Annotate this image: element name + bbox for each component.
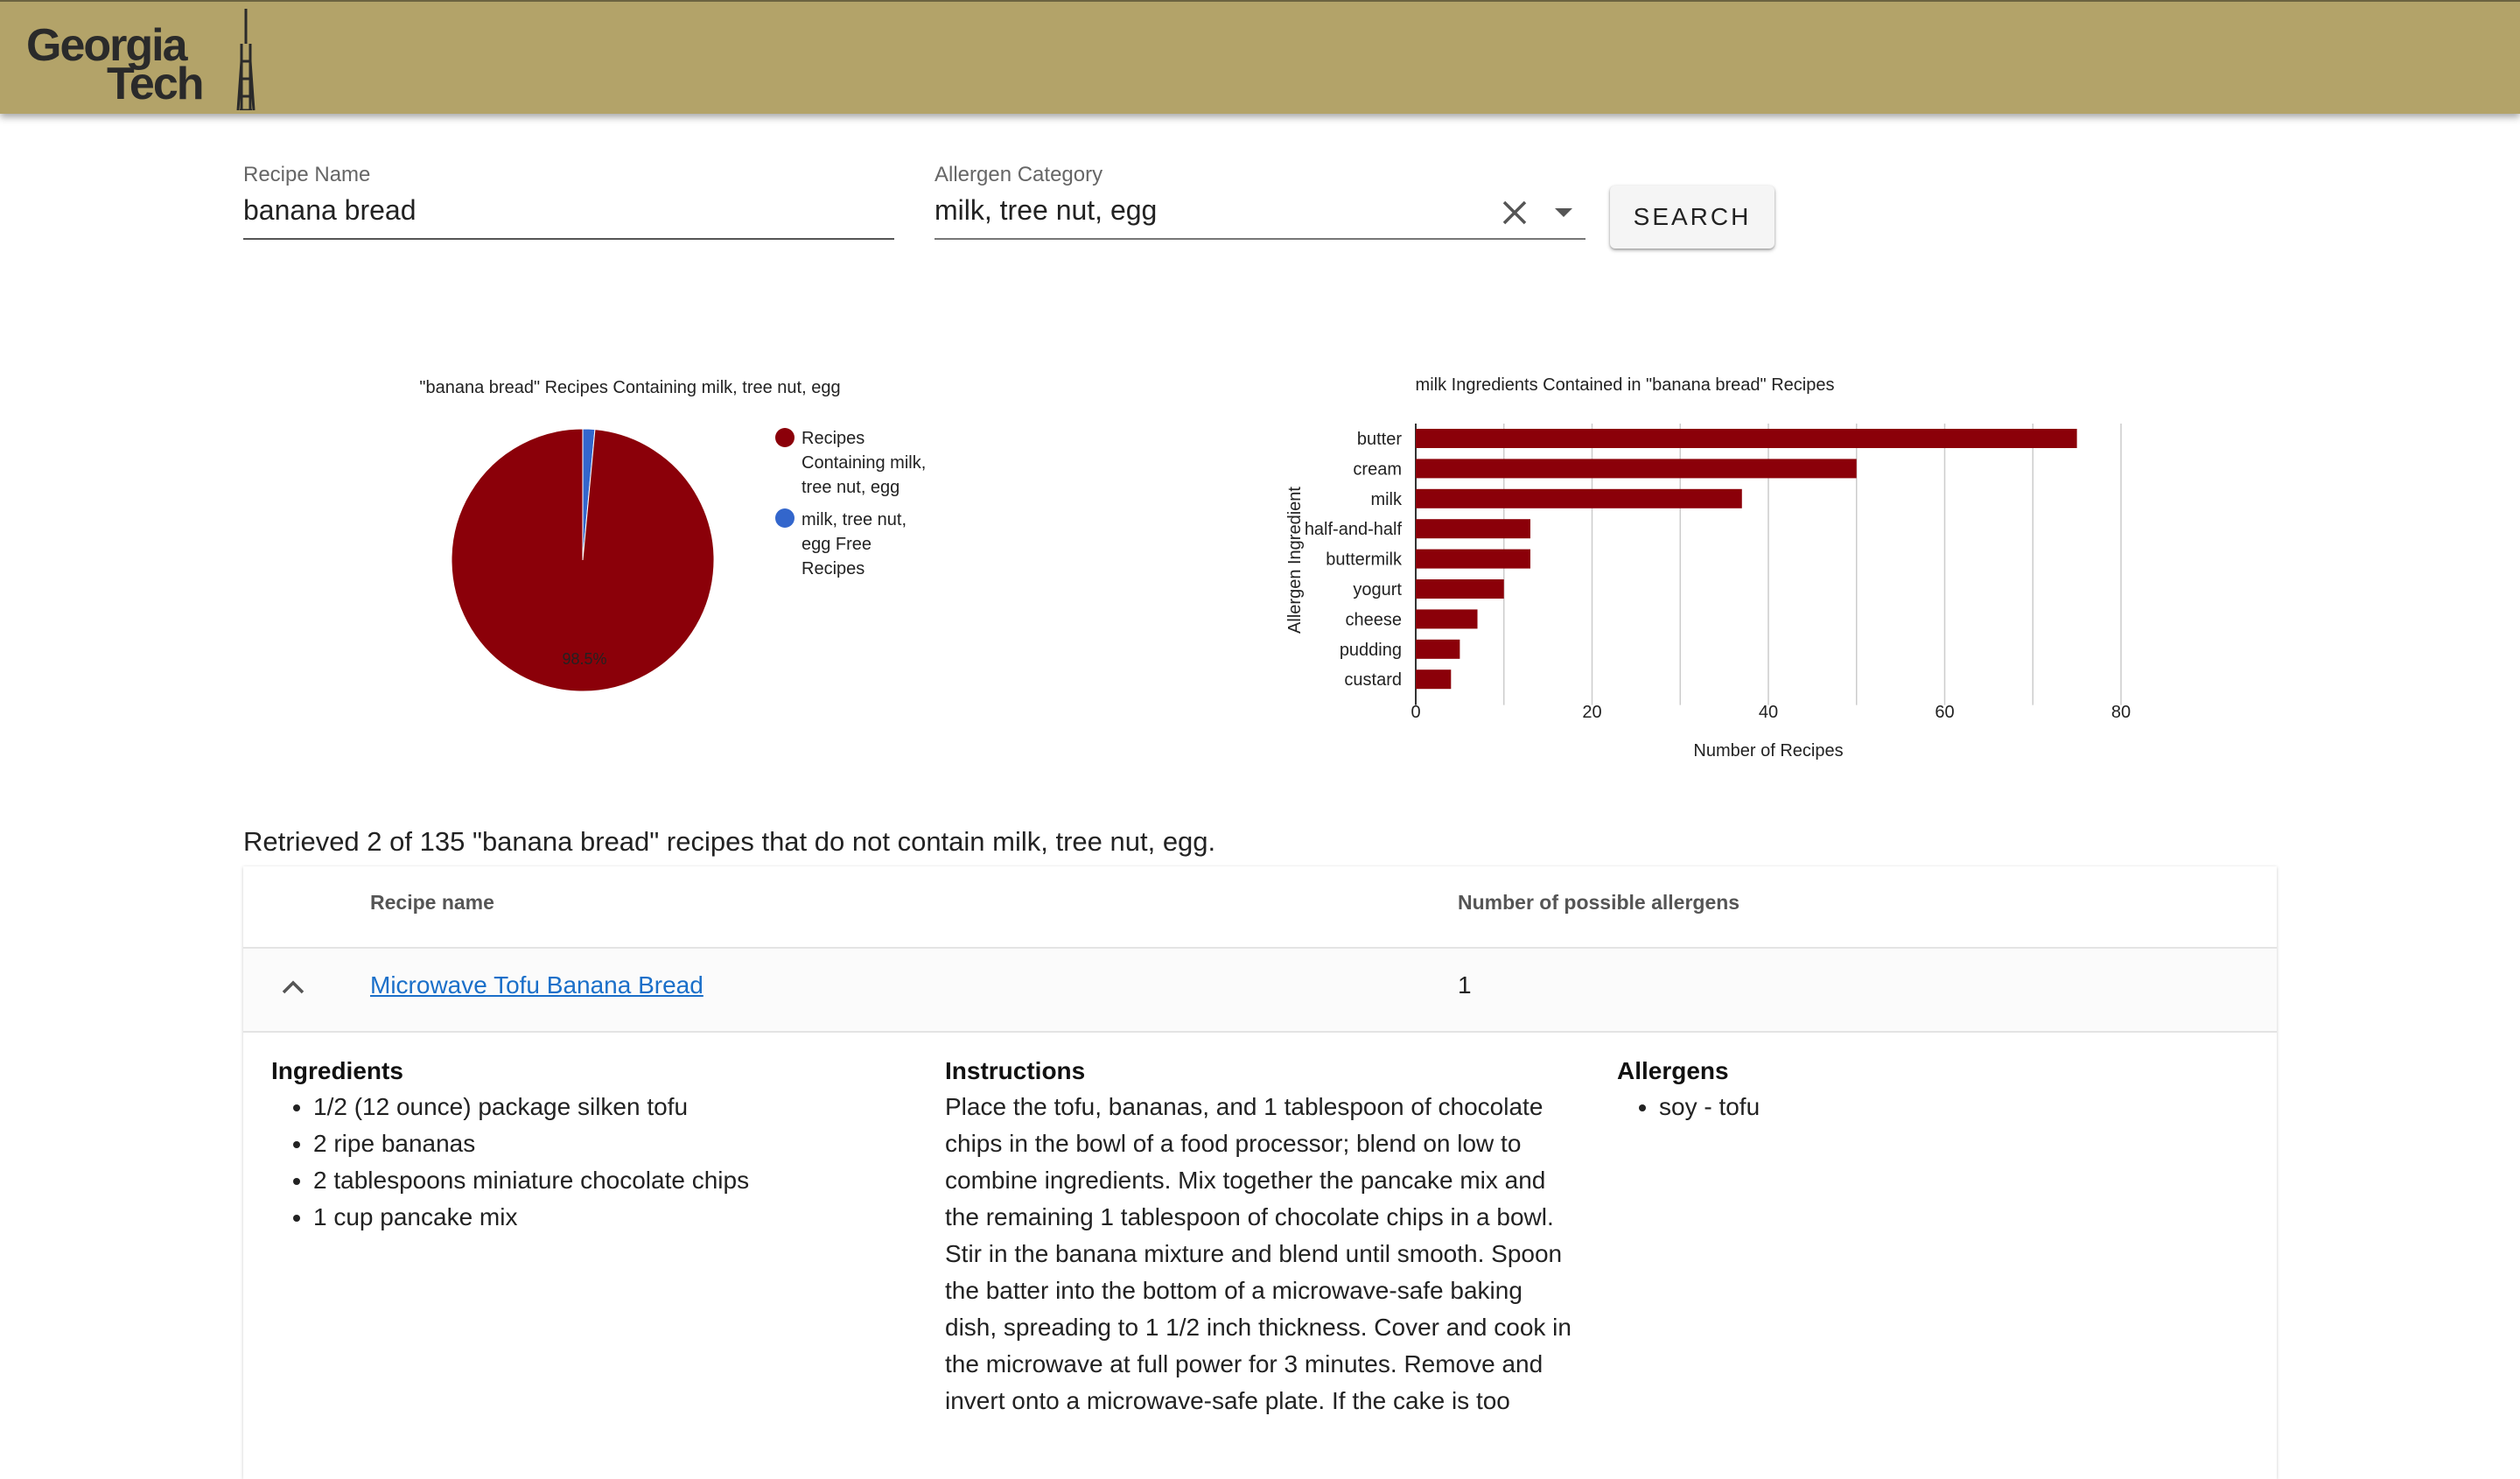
x-tick-label: 60 — [1935, 703, 1954, 722]
bar — [1416, 488, 1742, 508]
category-label: butter — [1357, 430, 1402, 449]
pie-slice-label: 98.5% — [562, 650, 606, 668]
x-tick-label: 0 — [1410, 703, 1420, 722]
legend-line: Containing milk, — [802, 453, 926, 473]
category-label: milk — [1370, 490, 1403, 509]
legend-marker-free — [775, 508, 794, 528]
results-table: Recipe name Number of possible allergens… — [243, 866, 2277, 1479]
ingredients-title: Ingredients — [271, 1057, 403, 1084]
bar — [1416, 669, 1452, 690]
bar — [1416, 609, 1478, 629]
x-tick-label: 40 — [1759, 703, 1778, 722]
recipe-link[interactable]: Microwave Tofu Banana Bread — [370, 971, 704, 999]
legend-line: Recipes — [802, 559, 864, 578]
x-tick-label: 80 — [2111, 703, 2131, 722]
bar-chart-title: milk Ingredients Contained in "banana br… — [1416, 375, 1835, 395]
allergen-count: 1 — [1458, 971, 1472, 999]
legend-label-containing: Recipes Containing milk, tree nut, egg — [802, 429, 931, 497]
ingredient-item: 1 cup pancake mix — [313, 1199, 749, 1236]
legend-line: egg Free — [802, 535, 872, 554]
bar — [1416, 549, 1530, 569]
category-label: half-and-half — [1305, 520, 1403, 539]
bar — [1416, 579, 1504, 599]
instructions-text: Place the tofu, bananas, and 1 tablespoo… — [945, 1093, 1572, 1414]
bar — [1416, 459, 1857, 479]
category-label: yogurt — [1353, 580, 1402, 599]
chevron-up-icon[interactable] — [280, 978, 306, 996]
ingredient-item: 2 tablespoons miniature chocolate chips — [313, 1162, 749, 1199]
app-header: Georgia Tech — [0, 0, 2520, 114]
column-header-recipe-name[interactable]: Recipe name — [370, 891, 494, 915]
legend-line: milk, tree nut, — [802, 510, 906, 529]
legend-line: tree nut, egg — [802, 478, 900, 497]
legend-marker-containing — [775, 428, 794, 447]
georgia-tech-logo[interactable]: Georgia Tech — [24, 7, 270, 112]
ingredients-list: 1/2 (12 ounce) package silken tofu 2 rip… — [271, 1089, 749, 1236]
allergens-list: soy - tofu — [1617, 1089, 1760, 1125]
bar — [1416, 519, 1530, 539]
category-label: cheese — [1346, 610, 1403, 629]
category-label: buttermilk — [1326, 550, 1403, 570]
ingredient-item: 2 ripe bananas — [313, 1125, 749, 1162]
bar-chart-ticks: 0 20 40 60 80 — [1410, 703, 2131, 722]
legend-label-free: milk, tree nut, egg Free Recipes — [802, 510, 912, 578]
category-label: pudding — [1340, 641, 1402, 660]
bar-chart: butter cream milk half-and-half buttermilk yo… — [1305, 429, 2077, 690]
x-tick-label: 20 — [1582, 703, 1601, 722]
category-label: custard — [1344, 670, 1402, 690]
legend-line: Recipes — [802, 429, 864, 448]
logo-line-2: Tech — [107, 59, 205, 109]
bar-chart-xlabel: Number of Recipes — [1693, 741, 1843, 761]
allergens-title: Allergens — [1617, 1057, 1729, 1084]
charts-area: "banana bread" Recipes Containing milk, … — [419, 375, 2131, 761]
bar — [1416, 639, 1460, 659]
bar — [1416, 429, 2077, 448]
ingredient-item: 1/2 (12 ounce) package silken tofu — [313, 1089, 749, 1125]
category-label: cream — [1353, 459, 1402, 479]
instructions-title: Instructions — [945, 1057, 1086, 1084]
column-header-allergen-count[interactable]: Number of possible allergens — [1458, 891, 1740, 915]
bar-chart-ylabel: Allergen Ingredient — [1285, 487, 1305, 634]
tech-tower-icon — [236, 9, 256, 110]
allergen-item: soy - tofu — [1659, 1089, 1760, 1125]
row-divider — [243, 1031, 2277, 1033]
results-summary: Retrieved 2 of 135 "banana bread" recipe… — [243, 826, 1216, 857]
pie-chart-title: "banana bread" Recipes Containing milk, … — [419, 378, 840, 397]
